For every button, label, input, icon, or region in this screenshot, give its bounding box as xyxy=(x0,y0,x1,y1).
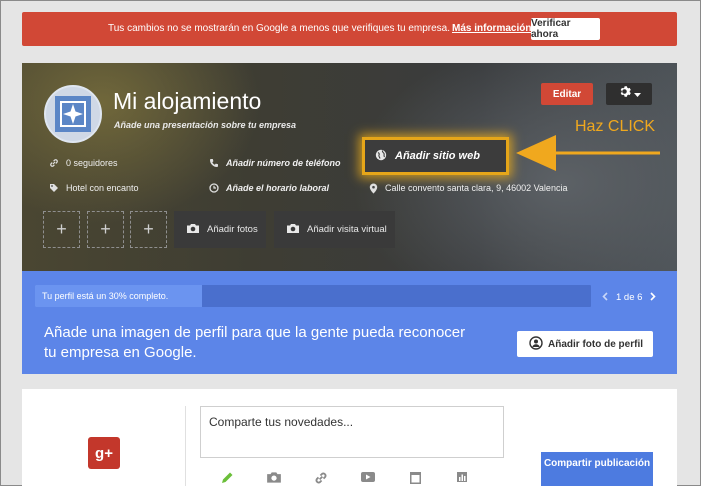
add-phone-link[interactable]: Añadir número de teléfono xyxy=(209,158,341,168)
add-photos-button[interactable]: Añadir fotos xyxy=(174,211,266,248)
add-phone-label: Añadir número de teléfono xyxy=(226,158,341,168)
add-hours-link[interactable]: Añade el horario laboral xyxy=(209,183,329,193)
category-label: Hotel con encanto xyxy=(66,183,139,193)
link-icon[interactable] xyxy=(311,471,331,485)
settings-button[interactable] xyxy=(606,83,652,105)
followers-count: 0 seguidores xyxy=(66,158,118,168)
event-icon[interactable] xyxy=(405,471,425,485)
profile-cover: Mi alojamiento Añade una presentación so… xyxy=(22,63,677,271)
profile-completion-panel: Tu perfil está un 30% completo. 1 de 6 A… xyxy=(22,271,677,374)
share-card: g+ Comparte tus novedades... Compartir p… xyxy=(22,389,677,486)
person-circle-icon xyxy=(529,335,543,353)
callout-arrow-icon xyxy=(516,135,660,171)
add-profile-photo-button[interactable]: Añadir foto de perfil xyxy=(517,331,653,357)
add-hours-label: Añade el horario laboral xyxy=(226,183,330,193)
camera-icon[interactable] xyxy=(264,471,284,485)
business-name: Mi alojamiento xyxy=(113,88,262,114)
category-info: Hotel con encanto xyxy=(49,183,139,193)
address-info: Calle convento santa clara, 9, 46002 Val… xyxy=(368,183,567,193)
google-plus-logo: g+ xyxy=(88,437,120,469)
share-tools xyxy=(217,471,472,485)
chevron-right-icon[interactable] xyxy=(650,290,657,304)
add-virtual-tour-button[interactable]: Añadir visita virtual xyxy=(274,211,395,248)
verify-message: Tus cambios no se mostrarán en Google a … xyxy=(108,23,451,34)
camera-icon xyxy=(186,223,200,237)
photo-placeholder-3[interactable]: + xyxy=(130,211,167,248)
chart-icon[interactable] xyxy=(452,471,472,485)
photo-placeholder-1[interactable]: + xyxy=(43,211,80,248)
add-website-button[interactable]: Añadir sitio web xyxy=(362,137,509,175)
gear-icon xyxy=(618,85,631,103)
add-website-label: Añadir sitio web xyxy=(395,150,480,162)
add-virtual-tour-label: Añadir visita virtual xyxy=(307,224,387,235)
business-avatar[interactable] xyxy=(44,85,102,143)
pager-label: 1 de 6 xyxy=(616,291,643,303)
progress-text: Tu perfil está un 30% completo. xyxy=(42,291,169,301)
edit-button[interactable]: Editar xyxy=(541,83,593,105)
link-icon xyxy=(49,158,59,168)
share-post-button[interactable]: Compartir publicación xyxy=(541,452,653,486)
clock-icon xyxy=(209,183,219,193)
location-pin-icon xyxy=(368,183,378,193)
add-tagline-link[interactable]: Añade una presentación sobre tu empresa xyxy=(114,120,296,130)
video-icon[interactable] xyxy=(358,471,378,485)
add-photos-label: Añadir fotos xyxy=(207,224,258,235)
verify-now-button[interactable]: Verificar ahora xyxy=(531,18,600,40)
profile-photo-tip: Añade una imagen de perfil para que la g… xyxy=(44,324,466,361)
camera-icon xyxy=(286,223,300,237)
completion-progress-bar: Tu perfil está un 30% completo. xyxy=(35,285,591,307)
business-logo-icon xyxy=(55,96,91,132)
verify-banner: Tus cambios no se mostrarán en Google a … xyxy=(22,12,677,46)
more-info-link[interactable]: Más información xyxy=(452,23,531,34)
tips-pager: 1 de 6 xyxy=(602,290,657,304)
phone-icon xyxy=(209,158,219,168)
click-annotation: Haz CLICK xyxy=(575,118,656,135)
followers-info[interactable]: 0 seguidores xyxy=(49,158,118,168)
photo-placeholder-2[interactable]: + xyxy=(87,211,124,248)
tag-icon xyxy=(49,183,59,193)
chevron-down-icon xyxy=(633,85,641,103)
address-label: Calle convento santa clara, 9, 46002 Val… xyxy=(385,183,568,193)
pencil-icon[interactable] xyxy=(217,471,237,485)
share-input[interactable]: Comparte tus novedades... xyxy=(200,406,504,458)
chevron-left-icon[interactable] xyxy=(602,290,608,304)
add-profile-photo-label: Añadir foto de perfil xyxy=(548,338,643,350)
globe-icon xyxy=(375,149,387,164)
card-divider xyxy=(185,406,186,486)
